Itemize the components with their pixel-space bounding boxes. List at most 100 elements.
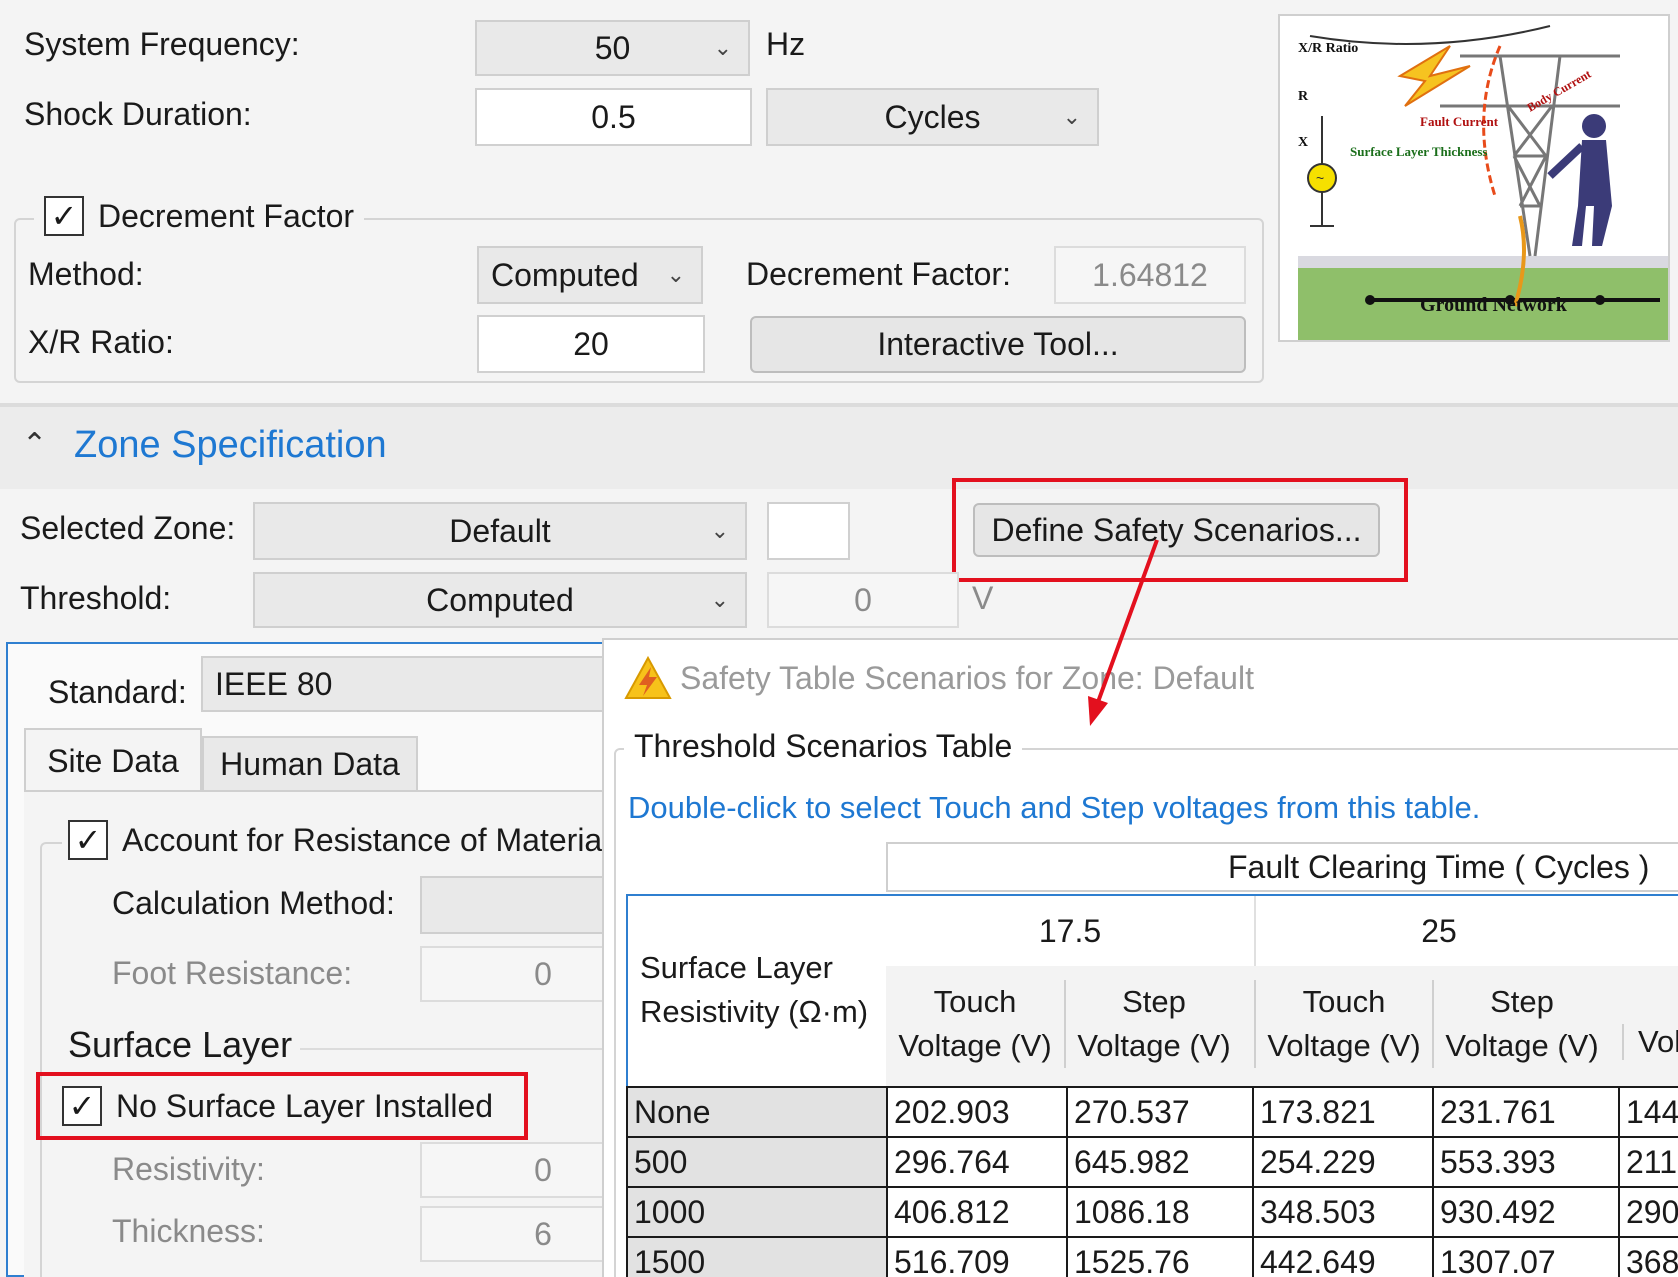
table-cell[interactable]: 1307.07 <box>1432 1236 1620 1277</box>
ground-network-caption: Ground Network <box>1420 294 1568 316</box>
threshold-number-field: 0 <box>767 572 959 628</box>
threshold-dropdown[interactable]: Computed ⌄ <box>253 572 747 628</box>
touch-header-line2: Voltage (V) <box>898 1028 1052 1063</box>
decrement-factor-legend: ✓ Decrement Factor <box>34 196 365 236</box>
table-cell[interactable]: 1525.76 <box>1066 1236 1254 1277</box>
threshold-number-value: 0 <box>854 581 872 618</box>
define-button-highlight <box>952 478 1408 582</box>
system-frequency-label: System Frequency: <box>24 26 300 62</box>
chevron-down-icon: ⌄ <box>710 587 729 612</box>
row-label: 1500 <box>626 1236 888 1277</box>
standard-label: Standard: <box>48 674 187 710</box>
table-cell[interactable]: 348.503 <box>1252 1186 1434 1238</box>
table-cell[interactable]: 930.492 <box>1432 1186 1620 1238</box>
threshold-label: Threshold: <box>20 580 172 616</box>
table-cell[interactable]: 406.812 <box>886 1186 1068 1238</box>
foot-resistance-value: 0 <box>534 955 552 992</box>
xr-ratio-input[interactable]: 20 <box>477 315 705 373</box>
touch-header-17-5: Touch Voltage (V) <box>886 980 1064 1068</box>
interactive-tool-button[interactable]: Interactive Tool... <box>750 316 1246 373</box>
table-row[interactable]: 1500 516.709 1525.76 442.649 1307.07 368 <box>626 1236 1678 1277</box>
decrement-factor-group-label: Decrement Factor <box>98 197 355 234</box>
touch-header-line1: Touch <box>933 984 1017 1019</box>
shock-duration-unit-dropdown[interactable]: Cycles ⌄ <box>766 88 1099 146</box>
resistivity-label: Resistivity: <box>112 1151 265 1187</box>
time-column-17-5: 17.5 <box>886 896 1254 966</box>
calc-method-label: Calculation Method: <box>112 885 395 921</box>
chevron-down-icon: ⌄ <box>713 35 732 60</box>
table-cell[interactable]: 553.393 <box>1432 1136 1620 1188</box>
surface-layer-title: Surface Layer <box>68 1024 293 1065</box>
step-header-line1: Step <box>1490 984 1554 1019</box>
table-row[interactable]: None 202.903 270.537 173.821 231.761 144 <box>626 1086 1678 1138</box>
interactive-tool-label: Interactive Tool... <box>877 326 1119 362</box>
chevron-down-icon: ⌄ <box>666 262 685 287</box>
step-header-17-5: Step Voltage (V) <box>1064 980 1242 1068</box>
method-dropdown[interactable]: Computed ⌄ <box>477 246 703 304</box>
row-label: 500 <box>626 1136 888 1188</box>
r-caption: R <box>1298 89 1309 104</box>
step-header-line2: Voltage (V) <box>1445 1028 1599 1063</box>
partial-voltage-header: Vol <box>1622 1024 1678 1060</box>
fault-current-caption: Fault Current <box>1420 114 1499 129</box>
system-frequency-value: 50 <box>594 29 631 66</box>
selected-zone-value: Default <box>449 512 551 549</box>
zone-color-swatch[interactable] <box>767 502 850 560</box>
table-cell[interactable]: 296.764 <box>886 1136 1068 1188</box>
tab-site-data-label: Site Data <box>47 742 179 779</box>
time-column-25: 25 <box>1254 896 1622 966</box>
row-header-line2: Resistivity (Ω·m) <box>640 994 869 1029</box>
table-cell[interactable]: 1086.18 <box>1066 1186 1254 1238</box>
table-row[interactable]: 500 296.764 645.982 254.229 553.393 211 <box>626 1136 1678 1188</box>
frequency-unit: Hz <box>766 26 806 62</box>
tab-human-data[interactable]: Human Data <box>202 736 418 792</box>
table-cell[interactable]: 270.537 <box>1066 1086 1254 1138</box>
tab-human-data-label: Human Data <box>220 745 400 782</box>
table-cell[interactable]: 254.229 <box>1252 1136 1434 1188</box>
row-header-line1: Surface Layer <box>640 950 833 985</box>
fault-clearing-time-header: Fault Clearing Time ( Cycles ) <box>886 842 1678 892</box>
xr-ratio-value: 20 <box>573 325 609 362</box>
dialog-hint: Double-click to select Touch and Step vo… <box>628 790 1481 825</box>
thickness-value: 6 <box>534 1215 552 1252</box>
table-cell[interactable]: 290 <box>1618 1186 1678 1238</box>
resistivity-value: 0 <box>534 1151 552 1188</box>
decrement-factor-value: 1.64812 <box>1092 256 1208 293</box>
table-cell[interactable]: 442.649 <box>1252 1236 1434 1277</box>
account-resistance-checkbox[interactable]: ✓ <box>68 820 108 860</box>
table-cell[interactable]: 231.761 <box>1432 1086 1620 1138</box>
method-label: Method: <box>28 256 144 292</box>
grounding-diagram-svg: ~ X/R Ratio R X Surface Layer Thickness … <box>1298 25 1668 340</box>
decrement-factor-checkbox[interactable]: ✓ <box>44 196 84 236</box>
foot-resistance-label: Foot Resistance: <box>112 955 353 991</box>
table-cell[interactable]: 211 <box>1618 1136 1678 1188</box>
zone-section-title: Zone Specification <box>74 424 387 466</box>
safety-table-dialog: Safety Table Scenarios for Zone: Default… <box>602 638 1678 1277</box>
shock-duration-label: Shock Duration: <box>24 96 252 132</box>
standard-dropdown[interactable]: IEEE 80 <box>201 656 666 712</box>
touch-header-line2: Voltage (V) <box>1267 1028 1421 1063</box>
tab-site-data[interactable]: Site Data <box>24 728 202 792</box>
table-cell[interactable]: 173.821 <box>1252 1086 1434 1138</box>
table-cell[interactable]: 202.903 <box>886 1086 1068 1138</box>
system-frequency-dropdown[interactable]: 50 ⌄ <box>475 20 750 76</box>
selected-zone-dropdown[interactable]: Default ⌄ <box>253 502 747 560</box>
ground-node <box>1365 295 1375 305</box>
x-caption: X <box>1298 135 1308 150</box>
threshold-unit: V <box>972 580 994 616</box>
collapse-chevron-icon[interactable]: ⌃ <box>22 427 47 462</box>
step-header-line2: Voltage (V) <box>1077 1028 1231 1063</box>
ground-node <box>1595 295 1605 305</box>
thickness-label: Thickness: <box>112 1213 265 1249</box>
touch-header-line1: Touch <box>1302 984 1386 1019</box>
table-cell[interactable]: 516.709 <box>886 1236 1068 1277</box>
table-cell[interactable]: 144 <box>1618 1086 1678 1138</box>
table-cell[interactable]: 645.982 <box>1066 1136 1254 1188</box>
account-resistance-row: ✓ Account for Resistance of Materia <box>62 820 660 860</box>
table-row[interactable]: 1000 406.812 1086.18 348.503 930.492 290 <box>626 1186 1678 1238</box>
standard-value: IEEE 80 <box>215 665 333 702</box>
table-cell[interactable]: 368 <box>1618 1236 1678 1277</box>
svg-text:~: ~ <box>1316 170 1324 186</box>
shock-duration-input[interactable]: 0.5 <box>475 88 752 146</box>
transmission-tower <box>1498 54 1562 257</box>
